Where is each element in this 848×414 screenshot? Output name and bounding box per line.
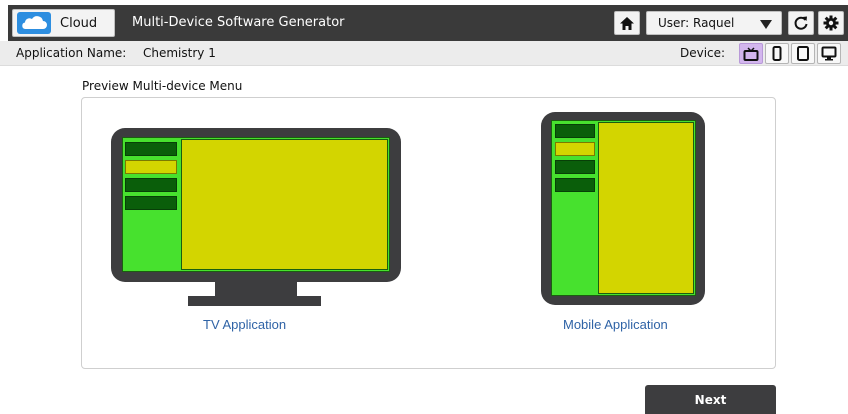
mobile-content-area [598, 122, 694, 294]
gear-icon [823, 15, 839, 31]
refresh-icon [794, 16, 808, 30]
settings-button[interactable] [818, 11, 844, 35]
tv-menu-item-selected [125, 160, 177, 174]
next-button[interactable]: Next [645, 385, 776, 414]
mobile-preview[interactable] [541, 112, 705, 305]
mobile-menu-item [555, 160, 595, 174]
device-label: Device: [680, 46, 726, 60]
tv-preview[interactable] [111, 128, 401, 282]
tv-menu-item [125, 178, 177, 192]
tv-icon [743, 46, 759, 61]
mobile-menu-item [555, 124, 595, 138]
tv-stand-base [188, 296, 321, 306]
device-tablet-button[interactable] [791, 43, 815, 64]
mobile-application-link[interactable]: Mobile Application [563, 317, 668, 332]
desktop-icon [821, 46, 837, 61]
app-title: Multi-Device Software Generator [132, 15, 345, 30]
mobile-menu-item [555, 178, 595, 192]
device-mobile-button[interactable] [765, 43, 789, 64]
tv-menu-item [125, 142, 177, 156]
tv-content-area [181, 139, 388, 270]
refresh-button[interactable] [788, 11, 814, 35]
mobile-icon [772, 46, 782, 61]
cloud-label: Cloud [60, 15, 98, 31]
tv-screen [122, 137, 390, 272]
mobile-menu-item-selected [555, 142, 595, 156]
mobile-screen [551, 120, 696, 296]
tv-menu-sidebar [123, 138, 179, 271]
app-name-value: Chemistry 1 [143, 46, 216, 60]
cloud-home-button[interactable]: Cloud [12, 9, 115, 37]
home-icon [620, 16, 634, 30]
app-name-label: Application Name: [16, 46, 127, 60]
cloud-icon [17, 12, 51, 34]
chevron-down-icon [760, 20, 772, 29]
tv-application-link[interactable]: TV Application [203, 317, 286, 332]
device-desktop-button[interactable] [817, 43, 841, 64]
user-select[interactable]: User: Raquel [646, 11, 782, 35]
preview-title: Preview Multi-device Menu [82, 79, 243, 93]
tv-menu-item [125, 196, 177, 210]
top-bar: Cloud Multi-Device Software Generator Us… [8, 5, 848, 41]
sub-bar: Application Name: Chemistry 1 Device: [0, 41, 848, 66]
device-tv-button[interactable] [739, 43, 763, 64]
user-label: User: Raquel [658, 16, 735, 30]
home-button[interactable] [614, 11, 640, 35]
tablet-icon [797, 46, 809, 61]
